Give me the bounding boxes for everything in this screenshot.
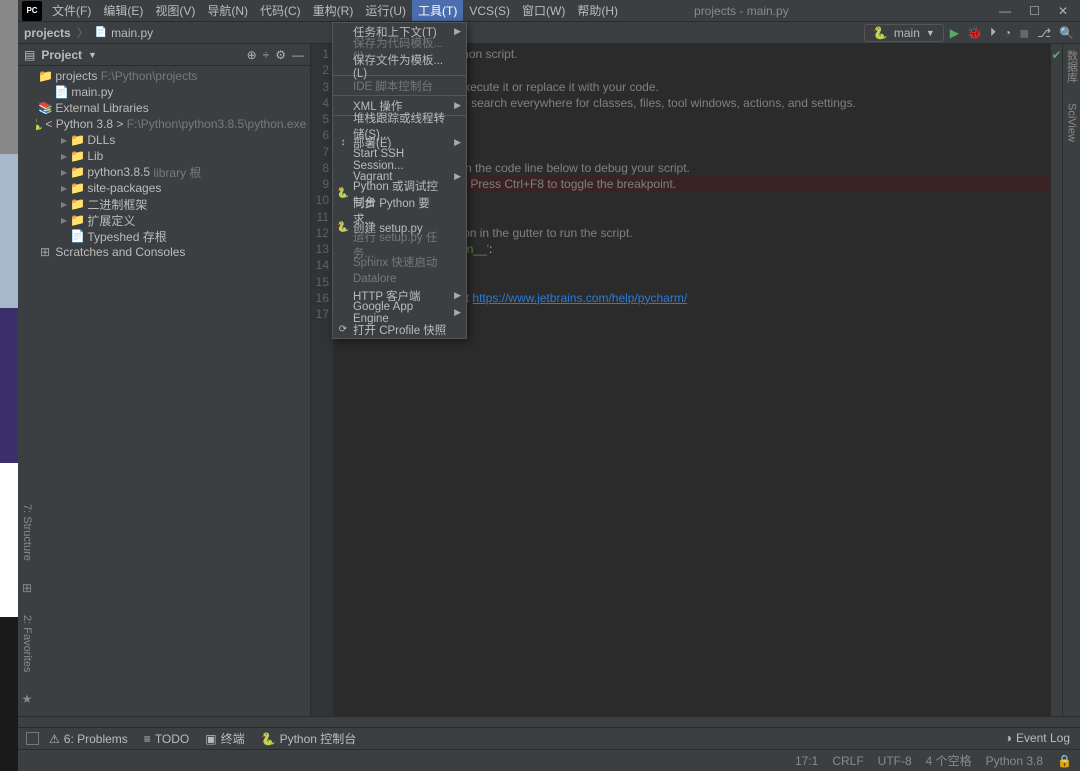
run-config-selector[interactable]: 🐍 main ▼ [864, 24, 944, 42]
chevron-down-icon[interactable]: ▼ [88, 50, 97, 60]
tools-dropdown-menu: 任务和上下文(T)▶保存为代码模板...(I)保存文件为模板...(L)IDE … [332, 22, 467, 339]
favorites-star-icon[interactable]: ★ [22, 692, 33, 706]
gear-icon[interactable]: ⚙ [275, 48, 286, 62]
minimize-icon[interactable]: ― [999, 4, 1011, 18]
bottom-tab[interactable]: ≡TODO [144, 732, 189, 746]
tree-row[interactable]: 📄 Typeshed 存根 [18, 228, 310, 244]
gutter-line-numbers[interactable]: 1234567891011121314151617 [311, 44, 333, 716]
ide-window: PC 文件(F)编辑(E)视图(V)导航(N)代码(C)重构(R)运行(U)工具… [18, 0, 1080, 771]
menu-item[interactable]: 视图(V) [149, 0, 201, 21]
project-tree[interactable]: ▾📁 projects F:\Python\projects 📄 main.py… [18, 66, 310, 716]
menu-item[interactable]: 导航(N) [201, 0, 254, 21]
menu-item: Datalore [333, 270, 466, 287]
tree-row[interactable]: ▸📁 扩展定义 [18, 212, 310, 228]
tree-row[interactable]: ▸📁 二进制框架 [18, 196, 310, 212]
os-left-gutter [0, 0, 18, 771]
indent-info[interactable]: 4 个空格 [926, 752, 972, 769]
menu-item[interactable]: Start SSH Session... [333, 151, 466, 168]
line-separator[interactable]: CRLF [832, 754, 863, 768]
profile-icon[interactable]: ◔ [1004, 26, 1011, 40]
window-controls: ― ☐ ✕ [987, 4, 1080, 18]
menu-item[interactable]: 重构(R) [307, 0, 360, 21]
project-tab-icon: ▤ [24, 48, 35, 62]
python-icon: 🐍 [873, 26, 888, 40]
menu-item[interactable]: 帮助(H) [571, 0, 624, 21]
hide-icon[interactable]: — [292, 48, 304, 62]
main-menu: 文件(F)编辑(E)视图(V)导航(N)代码(C)重构(R)运行(U)工具(T)… [46, 0, 624, 21]
breadcrumb-file[interactable]: main.py [111, 26, 153, 40]
stop-icon[interactable]: ◼ [1019, 26, 1029, 40]
project-tool-window: ▤ Project ▼ ⊕ ÷ ⚙ — ▾📁 projects F:\Pytho… [18, 44, 311, 716]
status-bar: ◑ Event Log 17:1 CRLF UTF-8 4 个空格 Python… [18, 749, 1080, 771]
tree-row[interactable]: ⊞ Scratches and Consoles [18, 244, 310, 260]
tree-row[interactable]: ▸📁 Lib [18, 148, 310, 164]
coverage-icon[interactable]: ⏵ [990, 25, 996, 40]
left-tool-strip: 7: Structure ⊞ 2: Favorites ★ [18, 66, 36, 716]
event-log-button[interactable]: ◑ Event Log [1005, 731, 1070, 745]
git-icon[interactable]: ⎇ [1037, 26, 1051, 40]
sciview-tab[interactable]: SciView [1066, 103, 1078, 142]
breadcrumb-root[interactable]: projects [24, 26, 71, 40]
maximize-icon[interactable]: ☐ [1029, 4, 1040, 18]
breadcrumb[interactable]: projects 〉 📄 main.py [24, 24, 153, 41]
tree-row[interactable]: ▾📚 External Libraries [18, 100, 310, 116]
menu-item[interactable]: 窗口(W) [516, 0, 571, 21]
menu-item: IDE 脚本控制台 [333, 77, 466, 94]
menu-item[interactable]: 运行(U) [359, 0, 412, 21]
menu-item[interactable]: 堆栈跟踪或线程转储(S)... [333, 117, 466, 134]
titlebar: PC 文件(F)编辑(E)视图(V)导航(N)代码(C)重构(R)运行(U)工具… [18, 0, 1080, 22]
target-icon[interactable]: ⊕ [247, 48, 257, 62]
project-pane-title[interactable]: Project [41, 48, 82, 62]
database-tab[interactable]: 数据库 [1064, 50, 1080, 83]
inspection-ok-icon[interactable]: ✔ [1051, 48, 1062, 62]
file-encoding[interactable]: UTF-8 [878, 754, 912, 768]
tree-row[interactable]: ▸📁 python3.8.5 library 根 [18, 164, 310, 180]
run-icon[interactable]: ▶ [950, 26, 959, 40]
menu-item[interactable]: ⟳打开 CProfile 快照 [333, 321, 466, 338]
menu-item[interactable]: 编辑(E) [97, 0, 149, 21]
collapse-icon[interactable]: ÷ [263, 48, 270, 62]
pycharm-logo-icon: PC [22, 1, 42, 21]
menu-item[interactable]: 同步 Python 要求... [333, 202, 466, 219]
bottom-tab[interactable]: 🐍Python 控制台 [261, 730, 357, 747]
menu-item: 运行 setup.py 任务... [333, 236, 466, 253]
tool-window-quick-access-icon[interactable] [26, 732, 39, 745]
menu-item: Sphinx 快速启动 [333, 253, 466, 270]
lock-icon[interactable]: 🔒 [1057, 754, 1072, 768]
close-icon[interactable]: ✕ [1058, 4, 1068, 18]
error-stripe[interactable]: ✔ [1050, 44, 1062, 716]
horizontal-scrollbar[interactable] [18, 716, 1080, 727]
caret-position[interactable]: 17:1 [795, 754, 818, 768]
right-tool-strip: 数据库 SciView [1062, 44, 1080, 716]
menu-item[interactable]: 保存文件为模板...(L) [333, 57, 466, 74]
menu-item[interactable]: 工具(T) [412, 0, 463, 21]
tree-row[interactable]: ▸📁 DLLs [18, 132, 310, 148]
python-interpreter[interactable]: Python 3.8 [986, 754, 1043, 768]
menu-item[interactable]: Google App Engine▶ [333, 304, 466, 321]
favorites-tab[interactable]: 2: Favorites [21, 615, 33, 672]
tree-row[interactable]: ▸📁 site-packages [18, 180, 310, 196]
menu-item[interactable]: 文件(F) [46, 0, 97, 21]
structure-tab[interactable]: 7: Structure [21, 504, 33, 561]
bottom-tab[interactable]: ▣终端 [205, 730, 244, 747]
structure-icon[interactable]: ⊞ [22, 581, 32, 595]
debug-icon[interactable]: 🐞 [967, 26, 982, 40]
navbar: projects 〉 📄 main.py 🐍 main ▼ ▶ 🐞 ⏵ ◔ ◼ … [18, 22, 1080, 44]
search-icon[interactable]: 🔍 [1059, 26, 1074, 40]
bottom-tab[interactable]: ⚠6: Problems [49, 732, 128, 746]
project-pane-header: ▤ Project ▼ ⊕ ÷ ⚙ — [18, 44, 310, 66]
menu-item[interactable]: 代码(C) [254, 0, 307, 21]
menu-item[interactable]: VCS(S) [463, 0, 516, 21]
tree-row[interactable]: ▾📁 projects F:\Python\projects [18, 68, 310, 84]
tree-row[interactable]: ▾🐍 < Python 3.8 > F:\Python\python3.8.5\… [18, 116, 310, 132]
window-title: projects - main.py [624, 4, 987, 18]
chevron-down-icon: ▼ [926, 28, 935, 38]
tree-row[interactable]: 📄 main.py [18, 84, 310, 100]
run-config-label: main [894, 26, 920, 40]
bottom-tool-tabs: ⚠6: Problems ≡TODO ▣终端 🐍Python 控制台 [18, 727, 1080, 749]
